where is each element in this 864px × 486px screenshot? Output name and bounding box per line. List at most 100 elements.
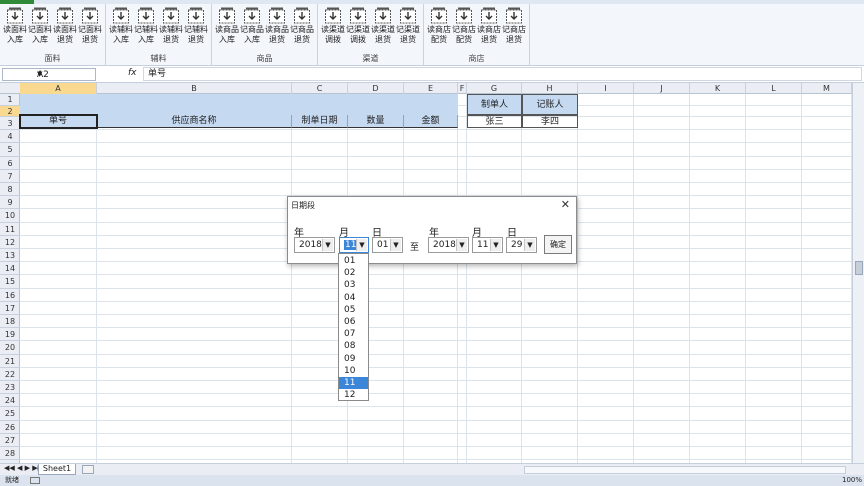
row-header[interactable]: 28 (0, 447, 20, 461)
vertical-scrollbar[interactable] (852, 83, 864, 463)
ribbon-button[interactable]: 记商品 退货 (290, 7, 314, 51)
month-option[interactable]: 12 (339, 389, 368, 401)
row-header[interactable]: 26 (0, 421, 20, 434)
row-header[interactable]: 10 (0, 209, 20, 223)
table-header-cell[interactable]: 供应商名称 (97, 115, 292, 128)
ribbon-button[interactable]: 读渠道 调拨 (321, 7, 345, 51)
name-box[interactable]: A2 ▼ (2, 68, 96, 81)
ribbon-button[interactable]: 读辅料 退货 (159, 7, 183, 51)
column-header[interactable]: E (404, 83, 458, 94)
start-month-select[interactable]: 11 ▼ (339, 237, 369, 253)
month-option[interactable]: 01 (339, 255, 368, 267)
macro-record-icon[interactable] (30, 477, 40, 484)
signer-cell[interactable]: 记账人 (522, 94, 578, 115)
row-header[interactable]: 4 (0, 130, 20, 144)
ribbon-button[interactable]: 读商品 入库 (215, 7, 239, 51)
row-header[interactable]: 22 (0, 368, 20, 381)
column-header[interactable]: M (802, 83, 852, 94)
row-header[interactable]: 18 (0, 315, 20, 329)
ribbon-button[interactable]: 记渠道 退货 (396, 7, 420, 51)
sheet-tab[interactable]: Sheet1 (38, 464, 76, 475)
ribbon-button[interactable]: 记商品 入库 (240, 7, 264, 51)
row-header[interactable]: 21 (0, 355, 20, 368)
new-sheet-icon[interactable] (82, 465, 94, 474)
scroll-thumb[interactable] (855, 261, 863, 275)
ok-button[interactable]: 确定 (544, 235, 572, 254)
ribbon-button[interactable]: 读辅料 入库 (109, 7, 133, 51)
start-day-select[interactable]: 01 ▼ (372, 237, 403, 253)
chevron-down-icon[interactable]: ▼ (322, 239, 333, 251)
ribbon-button[interactable]: 读渠道 退货 (371, 7, 395, 51)
chevron-down-icon[interactable]: ▼ (356, 239, 367, 251)
month-option[interactable]: 08 (339, 340, 368, 352)
row-header[interactable]: 25 (0, 407, 20, 421)
column-header[interactable]: I (578, 83, 634, 94)
table-header-cell[interactable]: 制单日期 (292, 115, 348, 128)
start-year-select[interactable]: 2018 ▼ (294, 237, 335, 253)
chevron-down-icon[interactable]: ▼ (390, 239, 401, 251)
ribbon-button[interactable]: 读商品 退货 (265, 7, 289, 51)
end-day-select[interactable]: 29 ▼ (506, 237, 537, 253)
row-header[interactable]: 6 (0, 157, 20, 170)
table-header-cell[interactable]: 数量 (348, 115, 404, 128)
fx-icon[interactable]: fx (128, 68, 137, 78)
month-dropdown-list[interactable]: 01 02 03 04 05 06 07 08 09 10 11 12 (338, 253, 369, 401)
month-option[interactable]: 06 (339, 316, 368, 328)
row-header[interactable]: 2 (0, 105, 20, 117)
column-header[interactable]: B (97, 83, 292, 94)
ribbon-button[interactable]: 记商店 退货 (502, 7, 526, 51)
row-header[interactable]: 12 (0, 236, 20, 249)
column-header[interactable]: C (292, 83, 348, 94)
month-option[interactable]: 09 (339, 353, 368, 365)
chevron-down-icon[interactable]: ▼ (524, 239, 535, 251)
ribbon-button[interactable]: 记商店 配货 (452, 7, 476, 51)
chevron-down-icon[interactable]: ▼ (490, 239, 501, 251)
zoom-level[interactable]: 100% (842, 475, 862, 486)
row-header[interactable]: 11 (0, 223, 20, 236)
row-header[interactable]: 14 (0, 262, 20, 276)
ribbon-button[interactable]: 记辅料 退货 (184, 7, 208, 51)
row-header[interactable]: 17 (0, 302, 20, 315)
row-header[interactable]: 15 (0, 275, 20, 289)
end-month-select[interactable]: 11 ▼ (472, 237, 503, 253)
row-header[interactable]: 19 (0, 328, 20, 342)
column-header[interactable]: J (634, 83, 690, 94)
month-option[interactable]: 02 (339, 267, 368, 279)
formula-input[interactable]: 单号 (143, 67, 862, 81)
row-header[interactable]: 16 (0, 289, 20, 302)
horizontal-scrollbar[interactable] (524, 466, 846, 474)
month-option[interactable]: 04 (339, 292, 368, 304)
ribbon-button[interactable]: 读商店 配货 (427, 7, 451, 51)
row-header[interactable]: 24 (0, 394, 20, 408)
ribbon-button[interactable]: 读商店 退货 (477, 7, 501, 51)
ribbon-button[interactable]: 读面料 退货 (53, 7, 77, 51)
chevron-down-icon[interactable]: ▼ (456, 239, 467, 251)
month-option[interactable]: 03 (339, 279, 368, 291)
ribbon-button[interactable]: 记渠道 调拨 (346, 7, 370, 51)
row-header[interactable]: 1 (0, 94, 20, 106)
column-header[interactable]: L (746, 83, 802, 94)
row-header[interactable]: 27 (0, 434, 20, 447)
month-option[interactable]: 11 (339, 377, 368, 389)
signer-cell[interactable]: 李四 (522, 115, 578, 128)
row-header[interactable]: 9 (0, 196, 20, 210)
spreadsheet-grid[interactable]: ABCDEFGHIJKLM 1 2 3 4 5 6 7 8 9 10 11 12 13 14 15 16 17 1… (0, 83, 864, 463)
row-header[interactable]: 8 (0, 183, 20, 197)
signer-cell[interactable]: 张三 (467, 115, 522, 128)
column-header[interactable]: D (348, 83, 404, 94)
row-header[interactable]: 3 (0, 117, 20, 131)
ribbon-button[interactable]: 读面料 入库 (3, 7, 27, 51)
end-year-select[interactable]: 2018 ▼ (428, 237, 469, 253)
column-header[interactable]: F (458, 83, 467, 94)
column-header[interactable]: G (467, 83, 522, 94)
column-header[interactable]: K (690, 83, 746, 94)
row-header[interactable]: 13 (0, 249, 20, 263)
row-header[interactable]: 20 (0, 341, 20, 355)
column-header[interactable]: A (20, 83, 97, 94)
row-header[interactable]: 5 (0, 143, 20, 157)
table-header-cell[interactable]: 金额 (404, 115, 458, 128)
ribbon-button[interactable]: 记辅料 入库 (134, 7, 158, 51)
row-header[interactable]: 7 (0, 170, 20, 183)
month-option[interactable]: 07 (339, 328, 368, 340)
signer-cell[interactable]: 制单人 (467, 94, 522, 115)
